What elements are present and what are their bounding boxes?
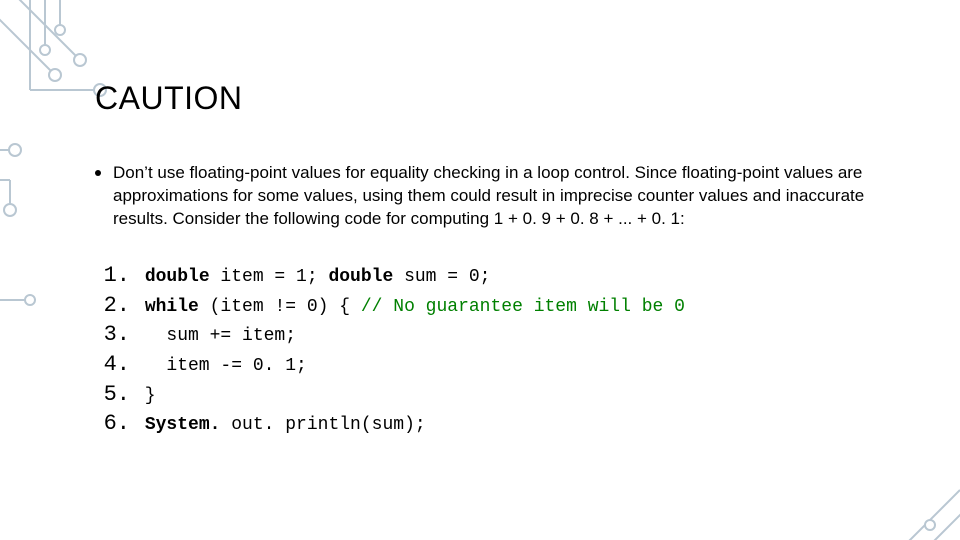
code-text: double item = 1; double sum = 0; <box>130 265 490 289</box>
code-line-5: 5. } <box>95 380 895 410</box>
line-number: 3. <box>95 320 130 350</box>
code-line-6: 6. System. out. println(sum); <box>95 409 895 439</box>
line-number: 1. <box>95 261 130 291</box>
line-number: 5. <box>95 380 130 410</box>
code-text: } <box>130 384 156 408</box>
slide-title: CAUTION <box>95 80 895 117</box>
code-line-1: 1. double item = 1; double sum = 0; <box>95 261 895 291</box>
line-number: 4. <box>95 350 130 380</box>
line-number: 6. <box>95 409 130 439</box>
code-line-3: 3. sum += item; <box>95 320 895 350</box>
code-text: sum += item; <box>130 324 296 348</box>
bullet-item: Don’t use floating-point values for equa… <box>95 162 895 231</box>
bullet-dot-icon <box>95 170 101 176</box>
code-line-4: 4. item -= 0. 1; <box>95 350 895 380</box>
code-line-2: 2. while (item != 0) { // No guarantee i… <box>95 291 895 321</box>
line-number: 2. <box>95 291 130 321</box>
bullet-text: Don’t use floating-point values for equa… <box>113 162 895 231</box>
code-block: 1. double item = 1; double sum = 0; 2. w… <box>95 261 895 439</box>
code-text: while (item != 0) { // No guarantee item… <box>130 295 685 319</box>
code-text: System. out. println(sum); <box>130 413 426 437</box>
slide-content: CAUTION Don’t use floating-point values … <box>95 80 895 439</box>
code-text: item -= 0. 1; <box>130 354 307 378</box>
